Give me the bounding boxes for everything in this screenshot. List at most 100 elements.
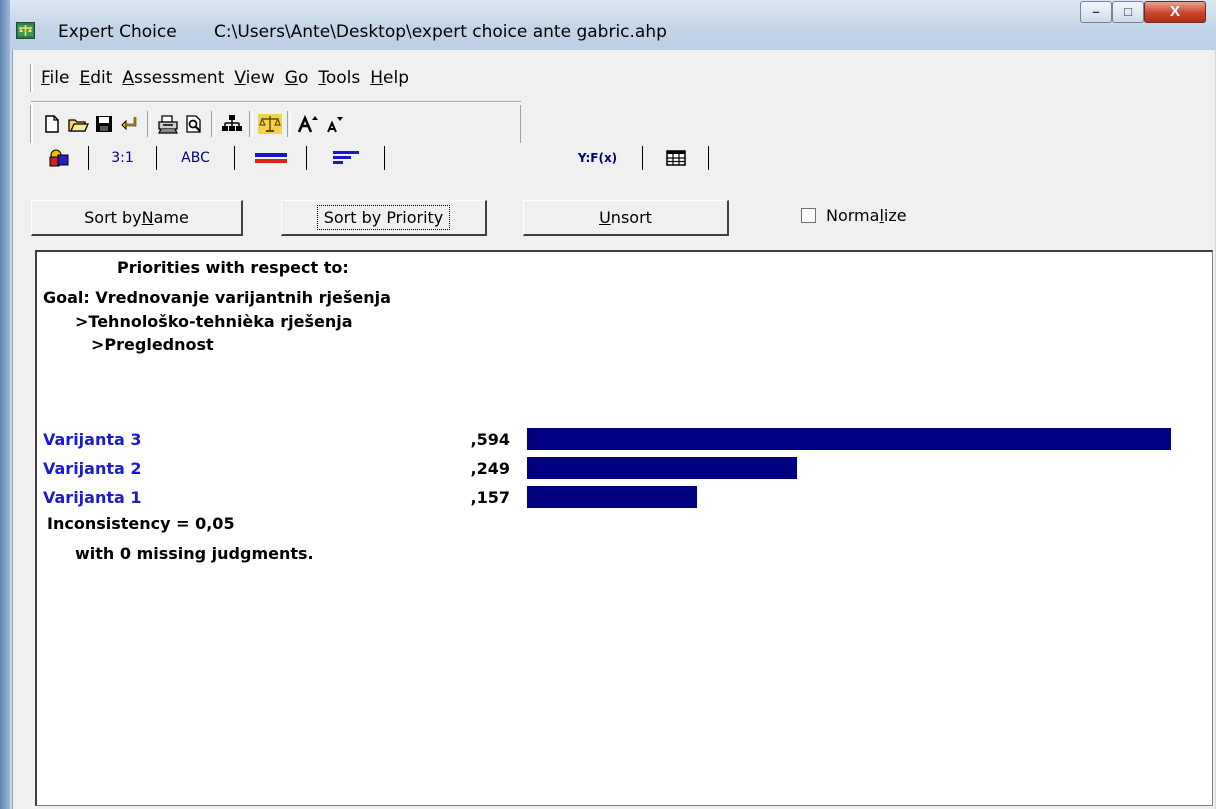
new-file-button[interactable]: [39, 110, 65, 138]
undo-icon: [121, 117, 137, 131]
formula-tab-label: Y:F(x): [577, 151, 618, 165]
sort-by-priority-button[interactable]: Sort by Priority: [281, 200, 487, 236]
tab-verbal-comparison[interactable]: ABC: [157, 146, 235, 170]
toolbar-separator: [211, 111, 215, 137]
menu-file[interactable]: File: [41, 68, 69, 88]
toolbar-separator: [147, 111, 151, 137]
missing-judgments-note: with 0 missing judgments.: [75, 544, 314, 563]
tab-data-grid[interactable]: [29, 146, 89, 170]
tab-formula[interactable]: Y:F(x): [553, 146, 643, 170]
expert-choice-app-icon: [16, 22, 35, 39]
table-grid-icon: [665, 150, 686, 166]
tab-numerical-comparison[interactable]: 3:1: [89, 146, 157, 170]
inconsistency-ratio: Inconsistency = 0,05: [47, 514, 235, 533]
subcriterion-line: >Preglednost: [91, 335, 214, 354]
sort-by-name-accel: N: [141, 208, 154, 227]
undo-button[interactable]: [117, 110, 143, 138]
alternative-label[interactable]: Varijanta 1: [43, 488, 142, 507]
app-title: Expert Choice: [58, 22, 177, 42]
menu-help[interactable]: Help: [370, 68, 409, 88]
font-smaller-button[interactable]: [321, 110, 347, 138]
print-preview-button[interactable]: [181, 110, 207, 138]
priority-value-label: ,249: [470, 459, 510, 478]
tab-table[interactable]: [643, 146, 709, 170]
menu-tools-label: ools: [325, 68, 361, 88]
normalize-label: Normalize: [826, 206, 907, 225]
unsort-label: nsort: [610, 208, 652, 227]
minimize-button[interactable]: –: [1080, 1, 1112, 23]
font-larger-icon: [297, 114, 318, 133]
open-folder-icon: [68, 119, 89, 132]
report-heading: Priorities with respect to:: [117, 258, 349, 277]
priority-bar: [527, 457, 797, 479]
criterion-line: >Tehnološko-tehnièka rješenja: [75, 312, 353, 331]
open-button[interactable]: [65, 110, 91, 138]
menu-help-label: elp: [383, 68, 410, 88]
view-tabs: 3:1 ABC Y:F(x): [29, 144, 1215, 172]
save-button[interactable]: [91, 110, 117, 138]
menu-assessment[interactable]: Assessment: [122, 68, 224, 88]
alternative-label[interactable]: Varijanta 2: [43, 459, 142, 478]
normalize-label-rest: ize: [883, 206, 907, 225]
menu-edit-accel: E: [79, 68, 91, 88]
alternative-label[interactable]: Varijanta 3: [43, 430, 142, 449]
toolbar: [31, 105, 529, 143]
maximize-button[interactable]: □: [1112, 1, 1144, 23]
menu-go-label: o: [297, 68, 309, 88]
normalize-checkbox[interactable]: [801, 208, 816, 223]
menu-go[interactable]: Go: [285, 68, 309, 88]
sorted-bars-icon: [332, 151, 359, 164]
title-bar[interactable]: Expert Choice C:\Users\Ante\Desktop\expe…: [10, 0, 1216, 50]
normalize-label-text: Norma: [826, 206, 880, 225]
sort-by-name-label-rest: ame: [153, 208, 189, 227]
maximize-icon: □: [1124, 4, 1132, 19]
print-button[interactable]: [155, 110, 181, 138]
toolbar-edge: [520, 105, 521, 143]
file-path: C:\Users\Ante\Desktop\expert choice ante…: [214, 22, 667, 42]
print-preview-icon: [186, 115, 201, 133]
graphical-bars-icon: [254, 153, 287, 163]
menu-help-accel: H: [370, 68, 384, 88]
menu-view[interactable]: View: [234, 68, 274, 88]
menu-view-accel: V: [234, 68, 246, 88]
normalize-option[interactable]: Normalize: [801, 206, 907, 225]
menu-tools[interactable]: Tools: [318, 68, 360, 88]
goal-line: Goal: Vrednovanje varijantnih rješenja: [43, 288, 391, 307]
hierarchy-button[interactable]: [219, 110, 245, 138]
abc-tab-label: ABC: [181, 150, 210, 166]
unsort-button[interactable]: Unsort: [523, 200, 729, 236]
window-controls: – □ X: [1080, 1, 1206, 31]
toolbar-separator: [287, 111, 291, 137]
balance-scale-icon: [258, 114, 282, 134]
sort-by-name-button[interactable]: Sort by Name: [31, 200, 243, 236]
menu-separator-highlight: [31, 102, 521, 103]
sort-by-name-label: Sort by: [84, 208, 142, 227]
window-left-edge: [0, 0, 10, 809]
sort-by-priority-label: Sort by Priority: [316, 205, 451, 230]
priority-bar: [527, 486, 697, 508]
priorities-report-panel: Priorities with respect to: Goal: Vredno…: [35, 250, 1213, 806]
menu-file-accel: F: [41, 68, 50, 88]
menu-bar: File Edit Assessment View Go Tools Help: [31, 64, 531, 92]
toolbar-separator: [249, 111, 253, 137]
tab-priorities[interactable]: [307, 146, 385, 170]
colorful-shapes-icon: [49, 149, 68, 167]
client-area: File Edit Assessment View Go Tools Help: [12, 50, 1215, 809]
menu-file-label: ile: [49, 68, 70, 88]
menu-tools-accel: T: [318, 68, 326, 88]
font-larger-button[interactable]: [295, 110, 321, 138]
sort-toolbar: Sort by Name Sort by Priority Unsort Nor…: [31, 174, 1215, 242]
menu-assessment-label: ssessment: [134, 68, 225, 88]
menu-edit[interactable]: Edit: [79, 68, 112, 88]
save-icon: [96, 116, 112, 132]
priority-bar: [527, 428, 1171, 450]
print-icon: [158, 115, 178, 134]
unsort-accel: U: [599, 208, 611, 227]
menu-edit-label: dit: [90, 68, 113, 88]
menu-go-accel: G: [284, 68, 298, 88]
assessment-scale-button[interactable]: [257, 110, 283, 138]
tab-graphical-comparison[interactable]: [235, 146, 307, 170]
close-button[interactable]: X: [1144, 1, 1206, 23]
priority-value-label: ,157: [470, 488, 510, 507]
menu-view-label: iew: [245, 68, 275, 88]
